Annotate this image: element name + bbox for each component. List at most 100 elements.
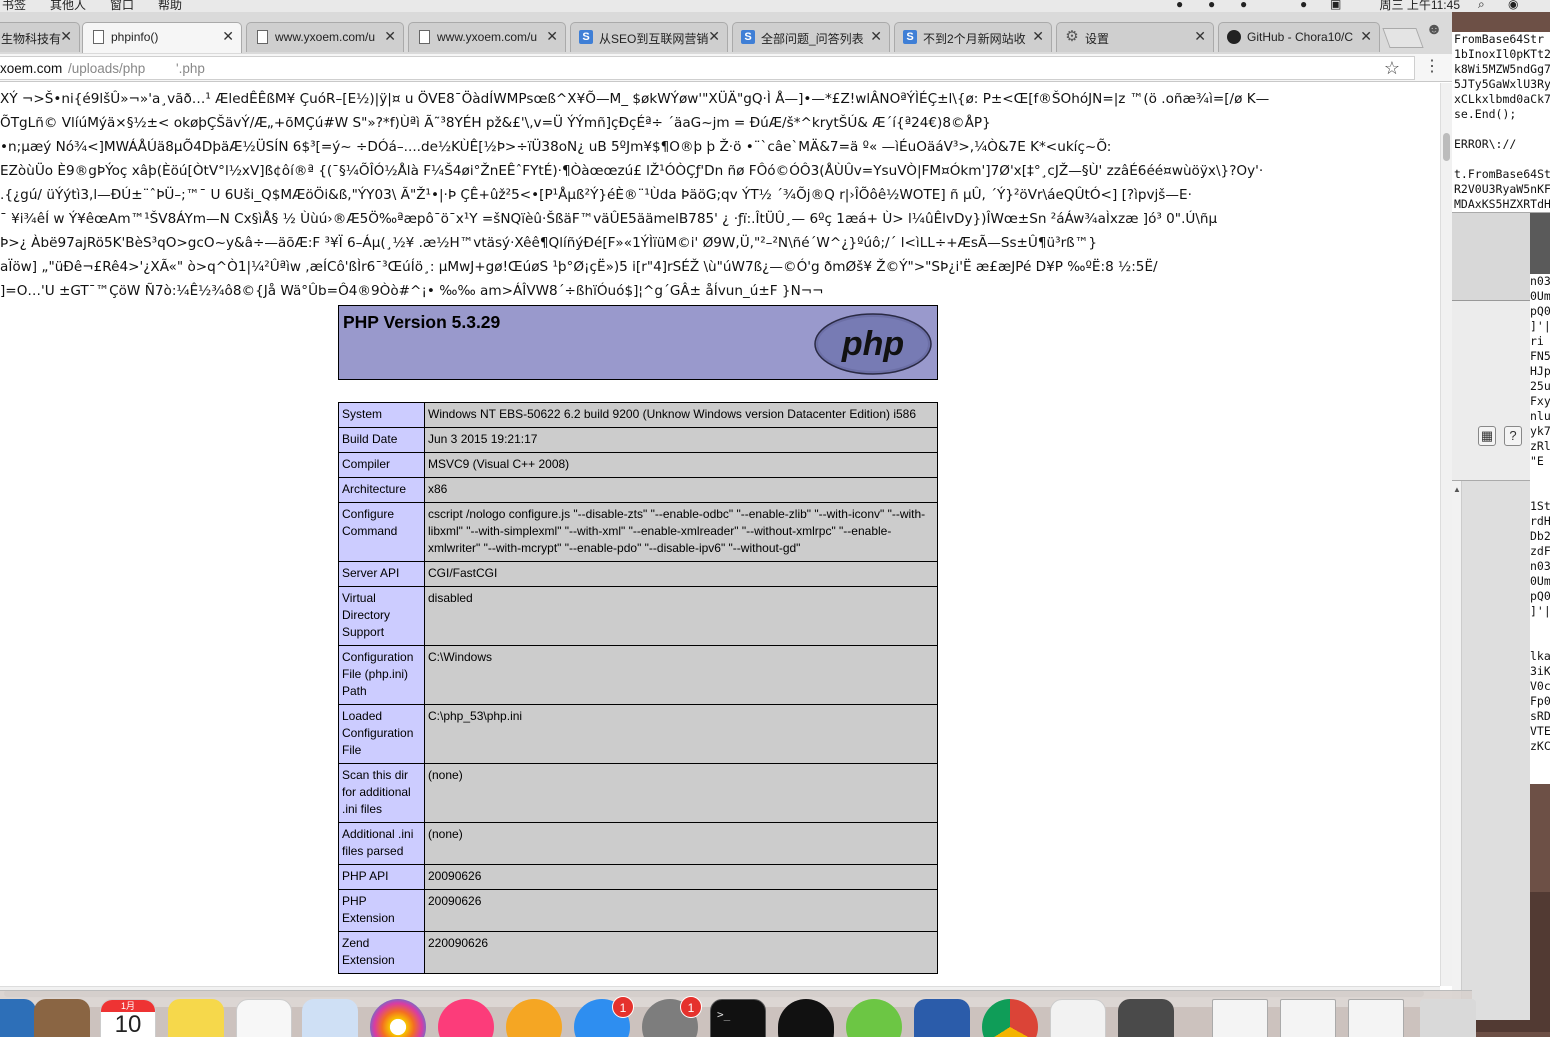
document-icon [419,30,430,44]
php-info-row: Configure Command cscript /nologo configu… [338,502,938,562]
status-icon-5[interactable]: ▣ [1330,0,1341,11]
tab-title: 设置 [1085,32,1110,46]
new-tab-button[interactable] [1382,28,1424,48]
close-icon[interactable]: ✕ [60,28,72,45]
status-icon-2[interactable]: ● [1208,0,1215,11]
code-line: Db2 [1530,529,1550,543]
php-info-value: C:\php_53\php.ini [424,704,938,764]
tab-8[interactable]: GitHub - Chora10/C ✕ [1218,22,1380,52]
bookmark-star-icon[interactable]: ☆ [1384,58,1400,79]
close-icon[interactable]: ✕ [384,28,396,45]
close-icon[interactable]: ✕ [870,28,882,45]
code-line: FN5 [1530,349,1550,363]
terminal-icon[interactable]: >_ [710,999,766,1037]
tab-6[interactable]: S 不到2个月新网站收 ✕ [894,22,1052,52]
photos-icon[interactable] [370,999,426,1037]
php-info-key: Build Date [338,427,425,453]
menu-window[interactable]: 窗口 [110,0,134,12]
php-info-key: Scan this dir for additional .ini files [338,763,425,823]
address-bar[interactable]: xoem.com /uploads/php '.php ☆ [0,56,1415,80]
tab-5[interactable]: S 全部问题_问答列表 ✕ [732,22,890,52]
sublime-text-icon[interactable] [1118,999,1174,1037]
java-icon[interactable] [1050,999,1106,1037]
menu-help[interactable]: 帮助 [158,0,182,12]
grid-view-icon[interactable]: ▦ [1478,426,1496,446]
vertical-scrollbar[interactable] [1440,83,1452,986]
contacts-icon[interactable] [34,999,90,1037]
close-icon[interactable]: ✕ [222,28,234,45]
status-icon-1[interactable]: ● [1176,0,1183,11]
php-info-row: Compiler MSVC9 (Visual C++ 2008) [338,452,938,478]
calendar-icon[interactable]: 1月 10 [100,999,156,1037]
code-line: HJp [1530,364,1550,378]
php-info-row: PHP API 20090626 [338,864,938,890]
php-info-value: 20090626 [424,864,938,890]
php-info-key: Compiler [338,452,425,478]
mac-menubar: 书签 其他人 窗口 帮助 ● ● ● ● ▣ 周三 上午11:45 ⌕ ◉ [0,0,1550,12]
code-line: xCLkxlbmd0aCk7 [1454,92,1550,106]
itunes-icon[interactable] [438,999,494,1037]
mac-dock: 1月 10 1 1 >_ [0,990,1476,1037]
tab-7[interactable]: ⚙ 设置 ✕ [1056,22,1214,52]
tab-title: www.yxoem.com/u [437,30,538,44]
scroll-thumb[interactable] [1443,133,1450,161]
tab-4[interactable]: S 从SEO到互联网营销 ✕ [570,22,728,52]
status-icon-4[interactable]: ● [1300,0,1307,11]
menu-bookmarks[interactable]: 书签 [2,0,26,12]
tab-0[interactable]: 生物科技有 ✕ [0,22,80,52]
url-path: /uploads/php [68,61,146,76]
profile-icon[interactable]: ☻ [1424,21,1444,41]
tab-title: 全部问题_问答列表 [761,32,864,46]
close-icon[interactable]: ✕ [1360,28,1372,45]
php-info-key: Zend Extension [338,931,425,974]
tab-2[interactable]: www.yxoem.com/u ✕ [246,22,404,52]
browser-window: 生物科技有 ✕ phpinfo() ✕ www.yxoem.com/u ✕ ww… [0,12,1452,1007]
php-logo-icon[interactable]: php [814,313,932,375]
code-line: R2V0U3RyaW5nKF [1454,182,1550,196]
status-icon-3[interactable]: ● [1240,0,1247,11]
wechat-icon[interactable] [846,999,902,1037]
php-info-row: PHP Extension 20090626 [338,889,938,932]
page-content: XÝ ¬>Š•ni{é9lšÛ»¬»'a¸vãð…¹ ÆledÊÊßM¥ Çuó… [0,83,1440,986]
trash-icon[interactable] [1420,999,1476,1037]
side-scrollbar[interactable]: ▲ ▼ [1452,481,1462,1021]
code-line: n03 [1530,559,1550,573]
close-icon[interactable]: ✕ [708,28,720,45]
php-info-table: System Windows NT EBS-50622 6.2 build 920… [338,402,938,974]
ibooks-icon[interactable] [506,999,562,1037]
code-line: ]'|< [1530,604,1550,618]
finder-icon[interactable] [0,999,36,1037]
code-line: 25u [1530,379,1550,393]
php-info-value: Windows NT EBS-50622 6.2 build 9200 (Unk… [424,402,938,428]
close-icon[interactable]: ✕ [1032,28,1044,45]
code-line: 1St [1530,499,1550,513]
help-icon[interactable]: ? [1504,426,1522,446]
word-icon[interactable] [914,999,970,1037]
browser-menu-icon[interactable]: ⋮ [1424,56,1440,76]
reminders-icon[interactable] [236,999,292,1037]
close-icon[interactable]: ✕ [546,28,558,45]
tab-3[interactable]: www.yxoem.com/u ✕ [408,22,566,52]
garbled-line: Þ>¿ Àbë97ajRö5K'BèS³qO>gcO~y&â÷—äõÆ:F ³¥… [0,235,1097,251]
php-info-value: 20090626 [424,889,938,932]
scroll-up-icon[interactable]: ▲ [1453,485,1461,494]
close-icon[interactable]: ✕ [1194,28,1206,45]
qq-icon[interactable] [778,999,834,1037]
window-thumbnail-1[interactable] [1212,999,1268,1037]
siri-icon[interactable]: ◉ [1508,0,1518,11]
window-thumbnail-3[interactable] [1348,999,1404,1037]
spotlight-icon[interactable]: ⌕ [1478,0,1485,12]
garbled-line: •n;µæý Nó¾<]MWÁÅÚä8µÕ4DþäÆ½ÜSÍN 6$³[=ý~ … [0,139,1112,155]
github-icon [1227,30,1241,44]
code-line: pQ0 [1530,304,1550,318]
menu-people[interactable]: 其他人 [50,0,86,12]
tab-title: GitHub - Chora10/C [1247,30,1354,44]
notes-icon[interactable] [168,999,224,1037]
garbled-line: ]=O…'U ±GT¯™ÇöW Ñ7ò:¼Ê½¾ô8©{Jå Wä°Ûb=Ô4®… [0,283,824,299]
window-thumbnail-2[interactable] [1280,999,1336,1037]
tab-1[interactable]: phpinfo() ✕ [82,22,242,53]
chrome-icon[interactable] [982,999,1038,1037]
php-logo-text: php [841,325,904,363]
preview-icon[interactable] [302,999,358,1037]
